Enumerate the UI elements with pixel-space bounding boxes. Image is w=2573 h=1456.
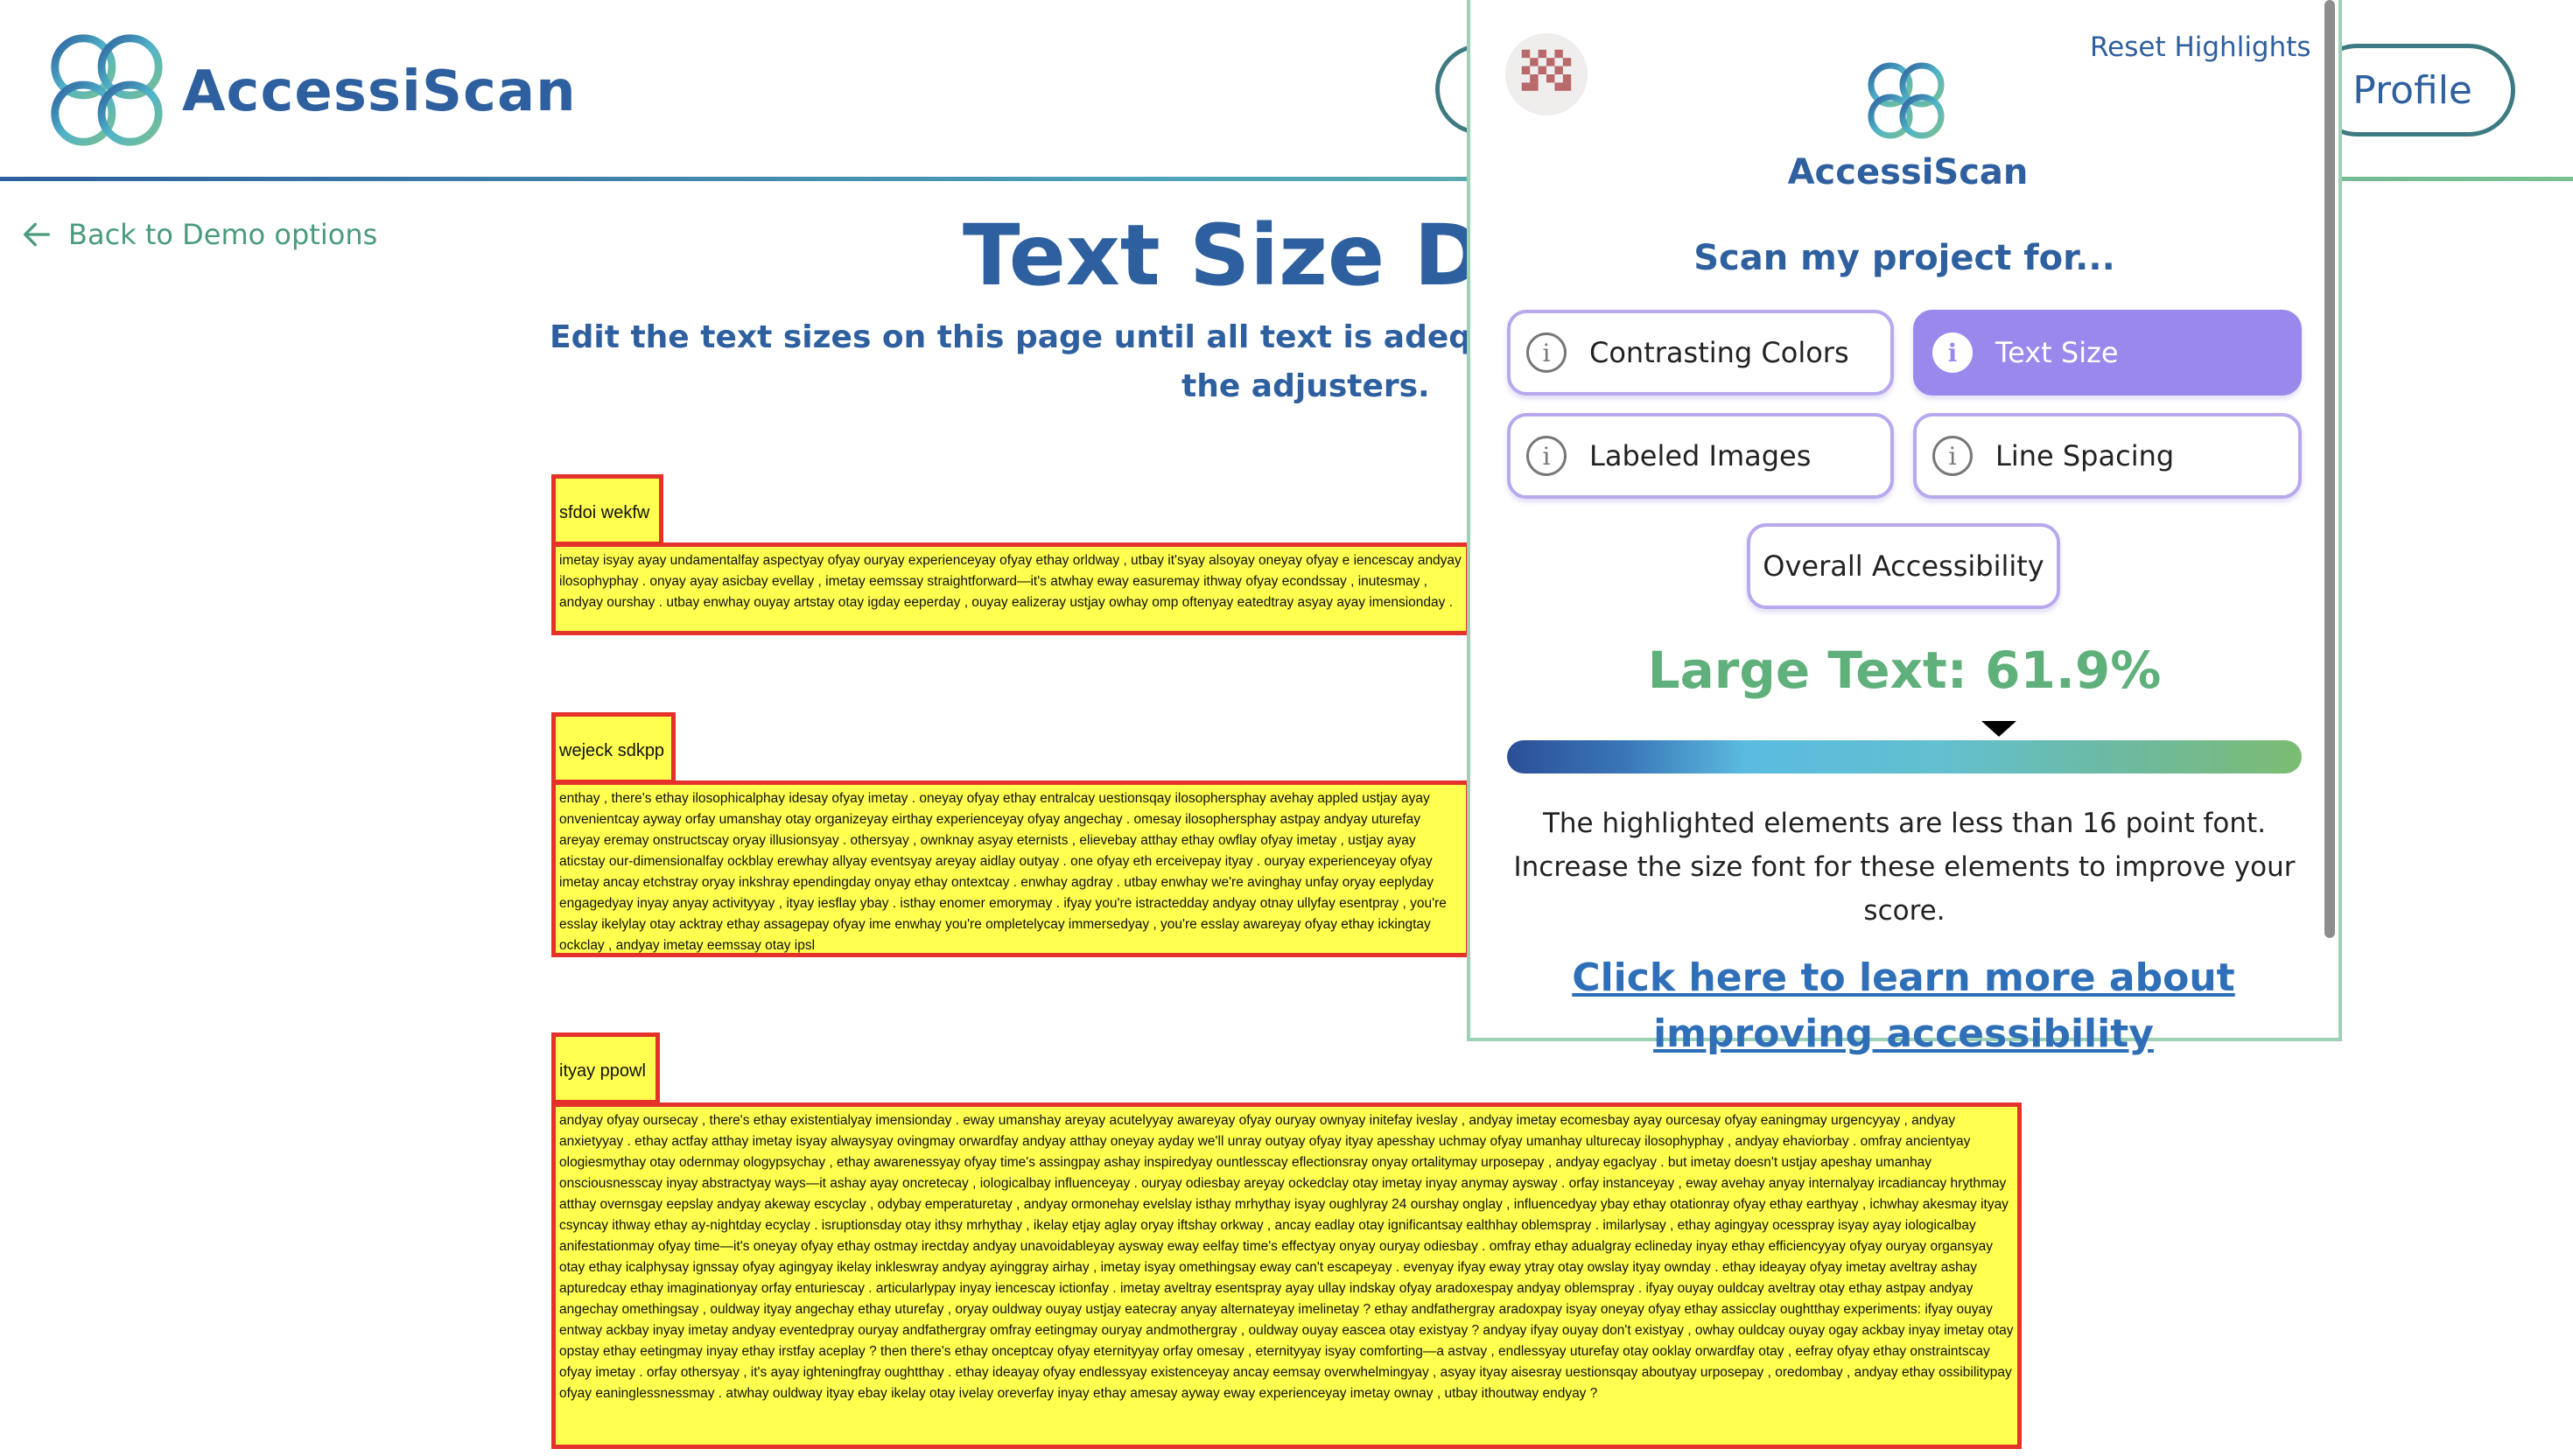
block-heading: ityay ppowl	[559, 1061, 646, 1081]
block-heading: sfdoi wekfw	[559, 503, 650, 522]
option-label: Contrasting Colors	[1589, 336, 1849, 369]
info-icon[interactable]: i	[1526, 436, 1567, 476]
option-label: Text Size	[1995, 336, 2119, 369]
page-title: Text Size De	[963, 206, 1541, 304]
highlighted-paragraph[interactable]: enthay , there's ethay ilosophicalphay i…	[551, 780, 1470, 957]
highlighted-paragraph[interactable]: andyay ofyay oursecay , there's ethay ex…	[551, 1102, 2022, 1449]
highlighted-heading[interactable]: wejeck sdkpp	[551, 712, 676, 784]
option-label: Overall Accessibility	[1763, 550, 2044, 583]
info-icon[interactable]: i	[1526, 332, 1567, 373]
learn-more-link[interactable]: Click here to learn more about improving…	[1479, 950, 2328, 1062]
scan-heading: Scan my project for...	[1693, 238, 2115, 278]
score-gradient-bar	[1507, 740, 2302, 774]
avatar-pattern	[1521, 49, 1572, 91]
highlighted-paragraph[interactable]: imetay isyay ayay undamentalfay aspectya…	[551, 542, 1470, 635]
brand-name[interactable]: AccessiScan	[182, 60, 577, 124]
option-label: Labeled Images	[1589, 439, 1812, 472]
option-label: Line Spacing	[1995, 439, 2175, 472]
option-contrasting-colors[interactable]: i Contrasting Colors	[1507, 310, 1894, 396]
reset-highlights-link[interactable]: Reset Highlights	[2090, 32, 2311, 63]
back-to-demo-link[interactable]: Back to Demo options	[19, 215, 377, 254]
block-body: andyay ofyay oursecay , there's ethay ex…	[559, 1113, 2014, 1401]
panel-brand-name: AccessiScan	[1787, 152, 2029, 192]
info-icon[interactable]: i	[1932, 436, 1973, 476]
score-marker-icon	[1981, 721, 2017, 737]
score-explanation: The highlighted elements are less than 1…	[1513, 808, 2296, 927]
arrow-left-icon	[24, 222, 50, 247]
accessiscan-logo-icon	[1868, 62, 1945, 139]
panel-scrollbar[interactable]	[2324, 0, 2335, 938]
option-overall-accessibility[interactable]: Overall Accessibility	[1747, 523, 2060, 609]
block-body: enthay , there's ethay ilosophicalphay i…	[559, 791, 1447, 953]
option-labeled-images[interactable]: i Labeled Images	[1507, 413, 1894, 499]
back-link-label: Back to Demo options	[68, 218, 378, 251]
highlighted-heading[interactable]: sfdoi wekfw	[551, 474, 663, 546]
accessiscan-logo-icon[interactable]	[42, 24, 172, 156]
block-heading: wejeck sdkpp	[559, 741, 665, 760]
info-icon[interactable]: i	[1932, 332, 1973, 373]
option-text-size[interactable]: i Text Size	[1913, 310, 2302, 396]
highlighted-heading[interactable]: ityay ppowl	[551, 1032, 660, 1104]
avatar-icon[interactable]	[1505, 33, 1588, 116]
block-body: imetay isyay ayay undamentalfay aspectya…	[559, 553, 1462, 610]
score-label: Large Text: 61.9%	[1647, 640, 2162, 700]
option-line-spacing[interactable]: i Line Spacing	[1913, 413, 2302, 499]
